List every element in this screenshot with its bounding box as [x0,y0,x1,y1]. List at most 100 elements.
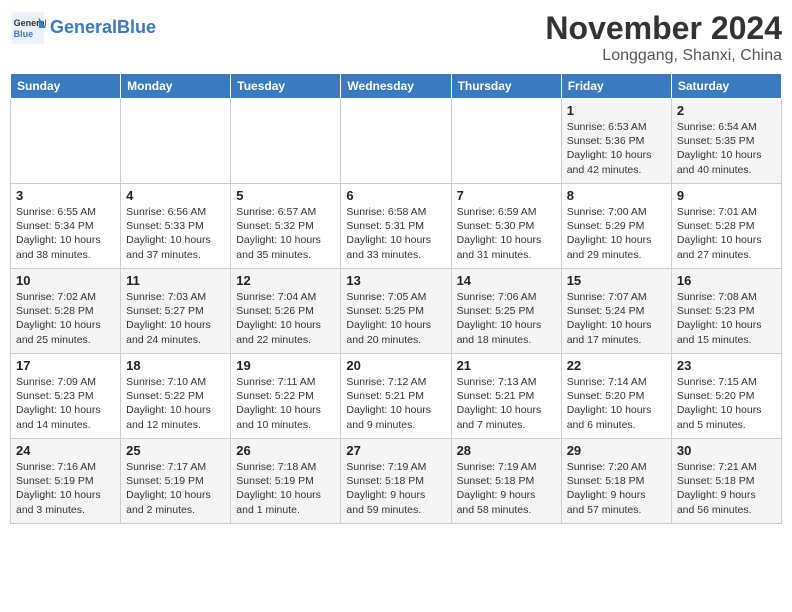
day-cell [121,99,231,184]
day-cell [11,99,121,184]
day-info: Sunrise: 6:53 AM Sunset: 5:36 PM Dayligh… [567,120,666,177]
day-number: 17 [16,358,115,373]
day-info: Sunrise: 7:19 AM Sunset: 5:18 PM Dayligh… [346,460,445,517]
day-number: 22 [567,358,666,373]
day-cell: 15 Sunrise: 7:07 AM Sunset: 5:24 PM Dayli… [561,269,671,354]
day-number: 15 [567,273,666,288]
day-info: Sunrise: 6:56 AM Sunset: 5:33 PM Dayligh… [126,205,225,262]
day-cell: 18 Sunrise: 7:10 AM Sunset: 5:22 PM Dayli… [121,354,231,439]
day-cell: 2 Sunrise: 6:54 AM Sunset: 5:35 PM Daylig… [671,99,781,184]
weekday-header-row: SundayMondayTuesdayWednesdayThursdayFrid… [11,74,782,99]
logo-text: GeneralBlue [50,18,156,38]
day-cell: 25 Sunrise: 7:17 AM Sunset: 5:19 PM Dayli… [121,439,231,524]
day-cell: 24 Sunrise: 7:16 AM Sunset: 5:19 PM Dayli… [11,439,121,524]
day-info: Sunrise: 7:00 AM Sunset: 5:29 PM Dayligh… [567,205,666,262]
day-number: 16 [677,273,776,288]
logo-line2: Blue [117,17,156,37]
week-row-4: 17 Sunrise: 7:09 AM Sunset: 5:23 PM Dayli… [11,354,782,439]
day-info: Sunrise: 7:21 AM Sunset: 5:18 PM Dayligh… [677,460,776,517]
day-info: Sunrise: 7:04 AM Sunset: 5:26 PM Dayligh… [236,290,335,347]
day-cell [231,99,341,184]
svg-text:Blue: Blue [14,29,34,39]
weekday-header-thursday: Thursday [451,74,561,99]
day-number: 28 [457,443,556,458]
day-number: 29 [567,443,666,458]
day-number: 18 [126,358,225,373]
day-cell: 30 Sunrise: 7:21 AM Sunset: 5:18 PM Dayli… [671,439,781,524]
day-number: 5 [236,188,335,203]
day-cell: 7 Sunrise: 6:59 AM Sunset: 5:30 PM Daylig… [451,184,561,269]
day-info: Sunrise: 7:18 AM Sunset: 5:19 PM Dayligh… [236,460,335,517]
day-cell [451,99,561,184]
day-info: Sunrise: 6:57 AM Sunset: 5:32 PM Dayligh… [236,205,335,262]
day-number: 14 [457,273,556,288]
day-number: 20 [346,358,445,373]
day-info: Sunrise: 7:03 AM Sunset: 5:27 PM Dayligh… [126,290,225,347]
day-info: Sunrise: 7:09 AM Sunset: 5:23 PM Dayligh… [16,375,115,432]
location-title: Longgang, Shanxi, China [545,47,782,65]
day-cell: 20 Sunrise: 7:12 AM Sunset: 5:21 PM Dayli… [341,354,451,439]
day-info: Sunrise: 7:07 AM Sunset: 5:24 PM Dayligh… [567,290,666,347]
day-number: 11 [126,273,225,288]
day-number: 26 [236,443,335,458]
day-cell: 12 Sunrise: 7:04 AM Sunset: 5:26 PM Dayli… [231,269,341,354]
day-cell: 14 Sunrise: 7:06 AM Sunset: 5:25 PM Dayli… [451,269,561,354]
day-info: Sunrise: 7:01 AM Sunset: 5:28 PM Dayligh… [677,205,776,262]
weekday-header-wednesday: Wednesday [341,74,451,99]
day-cell: 29 Sunrise: 7:20 AM Sunset: 5:18 PM Dayli… [561,439,671,524]
day-cell: 23 Sunrise: 7:15 AM Sunset: 5:20 PM Dayli… [671,354,781,439]
day-cell: 4Sunrise: 6:56 AM Sunset: 5:33 PM Daylig… [121,184,231,269]
week-row-2: 3Sunrise: 6:55 AM Sunset: 5:34 PM Daylig… [11,184,782,269]
day-number: 30 [677,443,776,458]
day-info: Sunrise: 6:58 AM Sunset: 5:31 PM Dayligh… [346,205,445,262]
day-number: 24 [16,443,115,458]
day-info: Sunrise: 6:59 AM Sunset: 5:30 PM Dayligh… [457,205,556,262]
day-cell: 28 Sunrise: 7:19 AM Sunset: 5:18 PM Dayli… [451,439,561,524]
day-info: Sunrise: 7:16 AM Sunset: 5:19 PM Dayligh… [16,460,115,517]
day-number: 8 [567,188,666,203]
day-cell: 10Sunrise: 7:02 AM Sunset: 5:28 PM Dayli… [11,269,121,354]
day-number: 2 [677,103,776,118]
week-row-5: 24 Sunrise: 7:16 AM Sunset: 5:19 PM Dayli… [11,439,782,524]
week-row-3: 10Sunrise: 7:02 AM Sunset: 5:28 PM Dayli… [11,269,782,354]
day-number: 21 [457,358,556,373]
day-cell: 19 Sunrise: 7:11 AM Sunset: 5:22 PM Dayli… [231,354,341,439]
day-info: Sunrise: 7:08 AM Sunset: 5:23 PM Dayligh… [677,290,776,347]
day-cell: 6Sunrise: 6:58 AM Sunset: 5:31 PM Daylig… [341,184,451,269]
day-cell: 26 Sunrise: 7:18 AM Sunset: 5:19 PM Dayli… [231,439,341,524]
month-title: November 2024 [545,10,782,47]
day-number: 7 [457,188,556,203]
day-cell: 9Sunrise: 7:01 AM Sunset: 5:28 PM Daylig… [671,184,781,269]
day-info: Sunrise: 7:19 AM Sunset: 5:18 PM Dayligh… [457,460,556,517]
day-info: Sunrise: 7:10 AM Sunset: 5:22 PM Dayligh… [126,375,225,432]
page-header: General Blue GeneralBlue November 2024 L… [10,10,782,65]
day-cell: 27Sunrise: 7:19 AM Sunset: 5:18 PM Dayli… [341,439,451,524]
day-info: Sunrise: 6:55 AM Sunset: 5:34 PM Dayligh… [16,205,115,262]
day-cell: 16 Sunrise: 7:08 AM Sunset: 5:23 PM Dayli… [671,269,781,354]
weekday-header-saturday: Saturday [671,74,781,99]
logo: General Blue GeneralBlue [10,10,156,46]
weekday-header-monday: Monday [121,74,231,99]
day-info: Sunrise: 7:15 AM Sunset: 5:20 PM Dayligh… [677,375,776,432]
day-cell: 17 Sunrise: 7:09 AM Sunset: 5:23 PM Dayli… [11,354,121,439]
day-number: 10 [16,273,115,288]
day-cell: 1Sunrise: 6:53 AM Sunset: 5:36 PM Daylig… [561,99,671,184]
day-info: Sunrise: 7:06 AM Sunset: 5:25 PM Dayligh… [457,290,556,347]
day-number: 12 [236,273,335,288]
day-info: Sunrise: 7:12 AM Sunset: 5:21 PM Dayligh… [346,375,445,432]
day-cell [341,99,451,184]
day-cell: 21Sunrise: 7:13 AM Sunset: 5:21 PM Dayli… [451,354,561,439]
logo-icon: General Blue [10,10,46,46]
day-cell: 13Sunrise: 7:05 AM Sunset: 5:25 PM Dayli… [341,269,451,354]
day-number: 19 [236,358,335,373]
title-block: November 2024 Longgang, Shanxi, China [545,10,782,65]
day-info: Sunrise: 7:20 AM Sunset: 5:18 PM Dayligh… [567,460,666,517]
day-info: Sunrise: 7:11 AM Sunset: 5:22 PM Dayligh… [236,375,335,432]
day-number: 23 [677,358,776,373]
logo-line1: General [50,17,117,37]
day-number: 13 [346,273,445,288]
day-cell: 11 Sunrise: 7:03 AM Sunset: 5:27 PM Dayli… [121,269,231,354]
day-info: Sunrise: 7:17 AM Sunset: 5:19 PM Dayligh… [126,460,225,517]
day-info: Sunrise: 6:54 AM Sunset: 5:35 PM Dayligh… [677,120,776,177]
day-number: 25 [126,443,225,458]
